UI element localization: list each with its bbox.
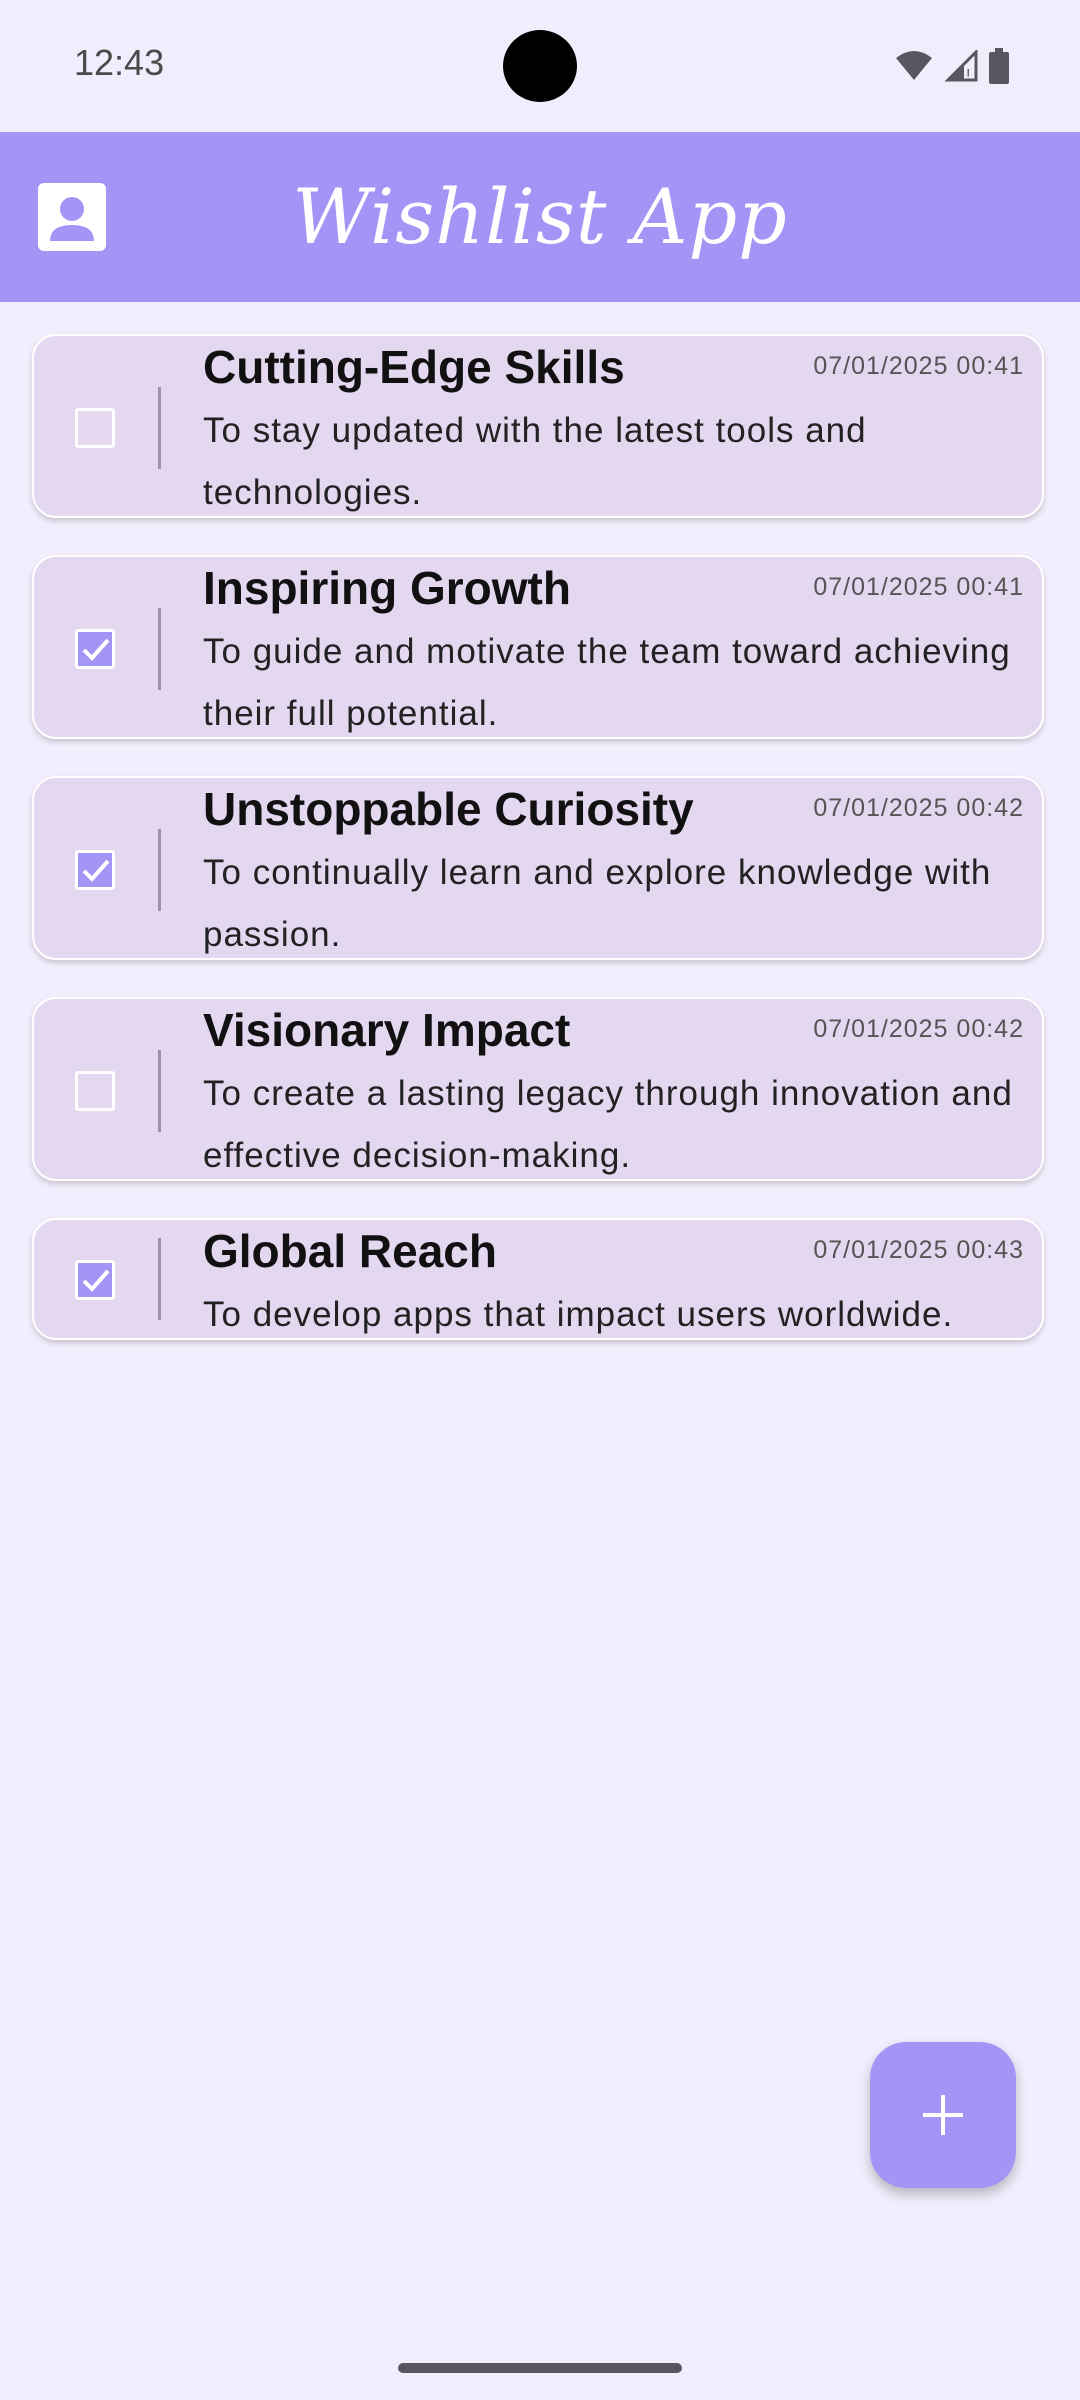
checkmark-icon [82,638,110,661]
wish-title: Inspiring Growth [203,562,571,614]
checkmark-icon [82,1269,110,1292]
add-wish-button[interactable] [870,2042,1016,2188]
wish-checkbox[interactable] [75,1260,115,1300]
wish-title: Unstoppable Curiosity [203,783,694,835]
app-bar: Wishlist App [0,132,1080,302]
app-screen: 12:43 ! Wishlist App Cutting-Edge Skills… [0,0,1080,2400]
wish-list: Cutting-Edge Skills 07/01/2025 00:41 To … [32,334,1048,1377]
svg-text:!: ! [966,67,970,82]
wish-description: To guide and motivate the team toward ac… [203,632,1011,733]
status-icons: ! [894,48,1010,84]
wish-card[interactable]: Global Reach 07/01/2025 00:43 To develop… [32,1218,1044,1340]
wish-card[interactable]: Unstoppable Curiosity 07/01/2025 00:42 T… [32,776,1044,960]
wish-description: To continually learn and explore knowled… [203,853,992,954]
wish-card[interactable]: Visionary Impact 07/01/2025 00:42 To cre… [32,997,1044,1181]
wish-timestamp: 07/01/2025 00:41 [813,573,1024,601]
wish-timestamp: 07/01/2025 00:43 [813,1236,1024,1264]
camera-cutout [503,30,577,102]
card-divider [158,1238,161,1320]
wish-description: To stay updated with the latest tools an… [203,411,867,512]
wish-timestamp: 07/01/2025 00:42 [813,1015,1024,1043]
wifi-icon [894,50,934,82]
plus-icon [923,2095,963,2135]
checkmark-icon [82,859,110,882]
wish-title: Global Reach [203,1225,497,1277]
card-divider [158,829,161,911]
wish-checkbox[interactable] [75,629,115,669]
status-time: 12:43 [74,42,165,83]
wish-checkbox[interactable] [75,408,115,448]
signal-icon: ! [944,50,978,82]
home-indicator[interactable] [398,2363,682,2373]
wish-checkbox[interactable] [75,850,115,890]
wish-timestamp: 07/01/2025 00:41 [813,352,1024,380]
wish-timestamp: 07/01/2025 00:42 [813,794,1024,822]
wish-checkbox[interactable] [75,1071,115,1111]
card-divider [158,608,161,690]
wish-card[interactable]: Inspiring Growth 07/01/2025 00:41 To gui… [32,555,1044,739]
wish-description: To develop apps that impact users worldw… [203,1295,954,1334]
wish-card[interactable]: Cutting-Edge Skills 07/01/2025 00:41 To … [32,334,1044,518]
app-title: Wishlist App [292,172,788,261]
wish-description: To create a lasting legacy through innov… [203,1074,1013,1175]
status-bar: 12:43 ! [0,0,1080,132]
battery-icon [988,48,1010,84]
card-divider [158,1050,161,1132]
wish-title: Visionary Impact [203,1004,571,1056]
wish-title: Cutting-Edge Skills [203,341,625,393]
card-divider [158,387,161,469]
